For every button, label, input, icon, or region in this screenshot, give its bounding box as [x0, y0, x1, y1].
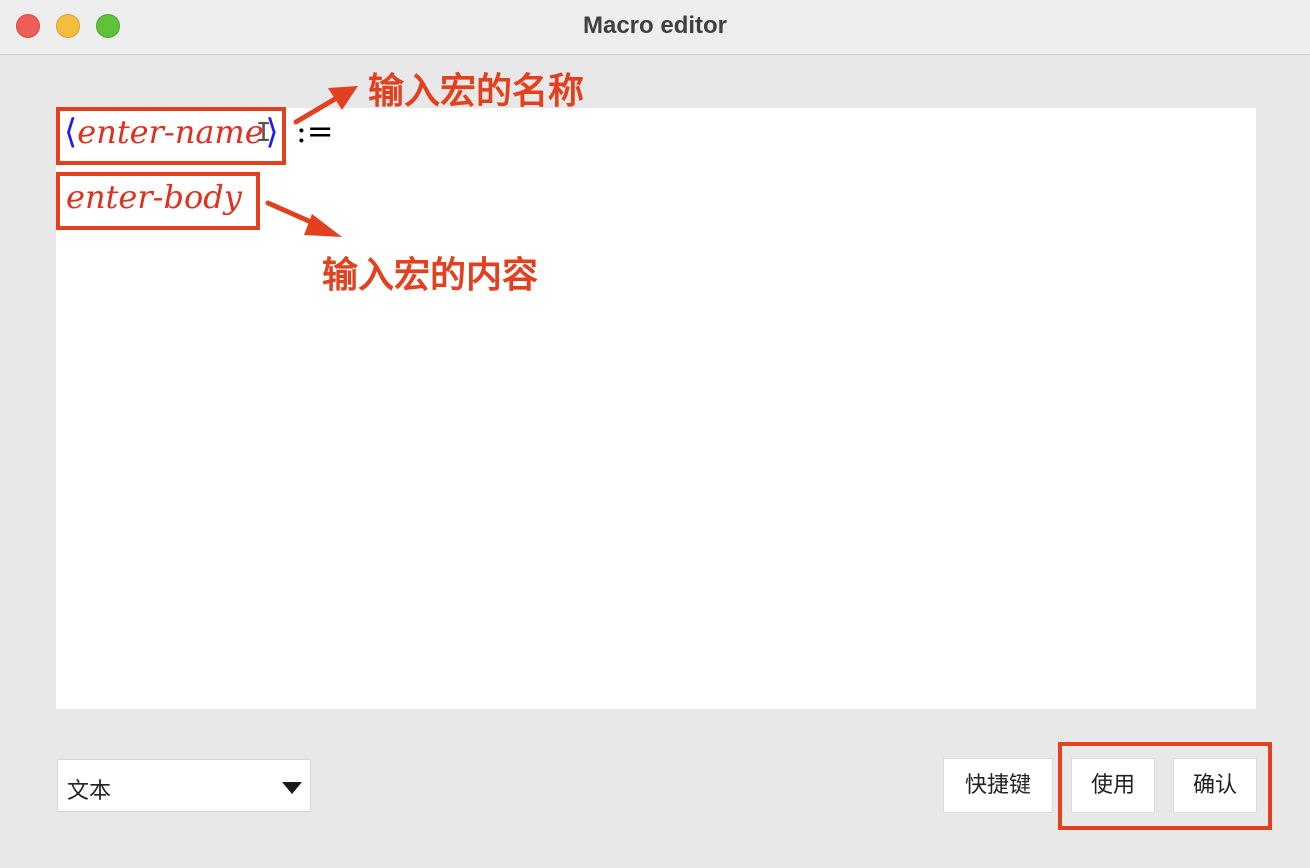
arrow-to-name-label-icon: [293, 86, 358, 125]
annotation-name-label: 输入宏的名称: [368, 71, 585, 112]
annotation-arrows: [265, 86, 358, 237]
arrow-to-body-label-icon: [265, 200, 342, 237]
confirm-button[interactable]: 确认: [1173, 758, 1257, 813]
shortcut-button[interactable]: 快捷键: [943, 758, 1053, 813]
mode-select[interactable]: 文本: [57, 759, 311, 812]
apply-button[interactable]: 使用: [1071, 758, 1155, 813]
macro-editor-window: Macro editor ⟨enter-nameI⟩ := enter-body…: [0, 0, 1310, 868]
annotation-body-label: 输入宏的内容: [322, 255, 539, 296]
chevron-down-icon: [282, 782, 302, 794]
mode-select-value: 文本: [67, 779, 112, 804]
